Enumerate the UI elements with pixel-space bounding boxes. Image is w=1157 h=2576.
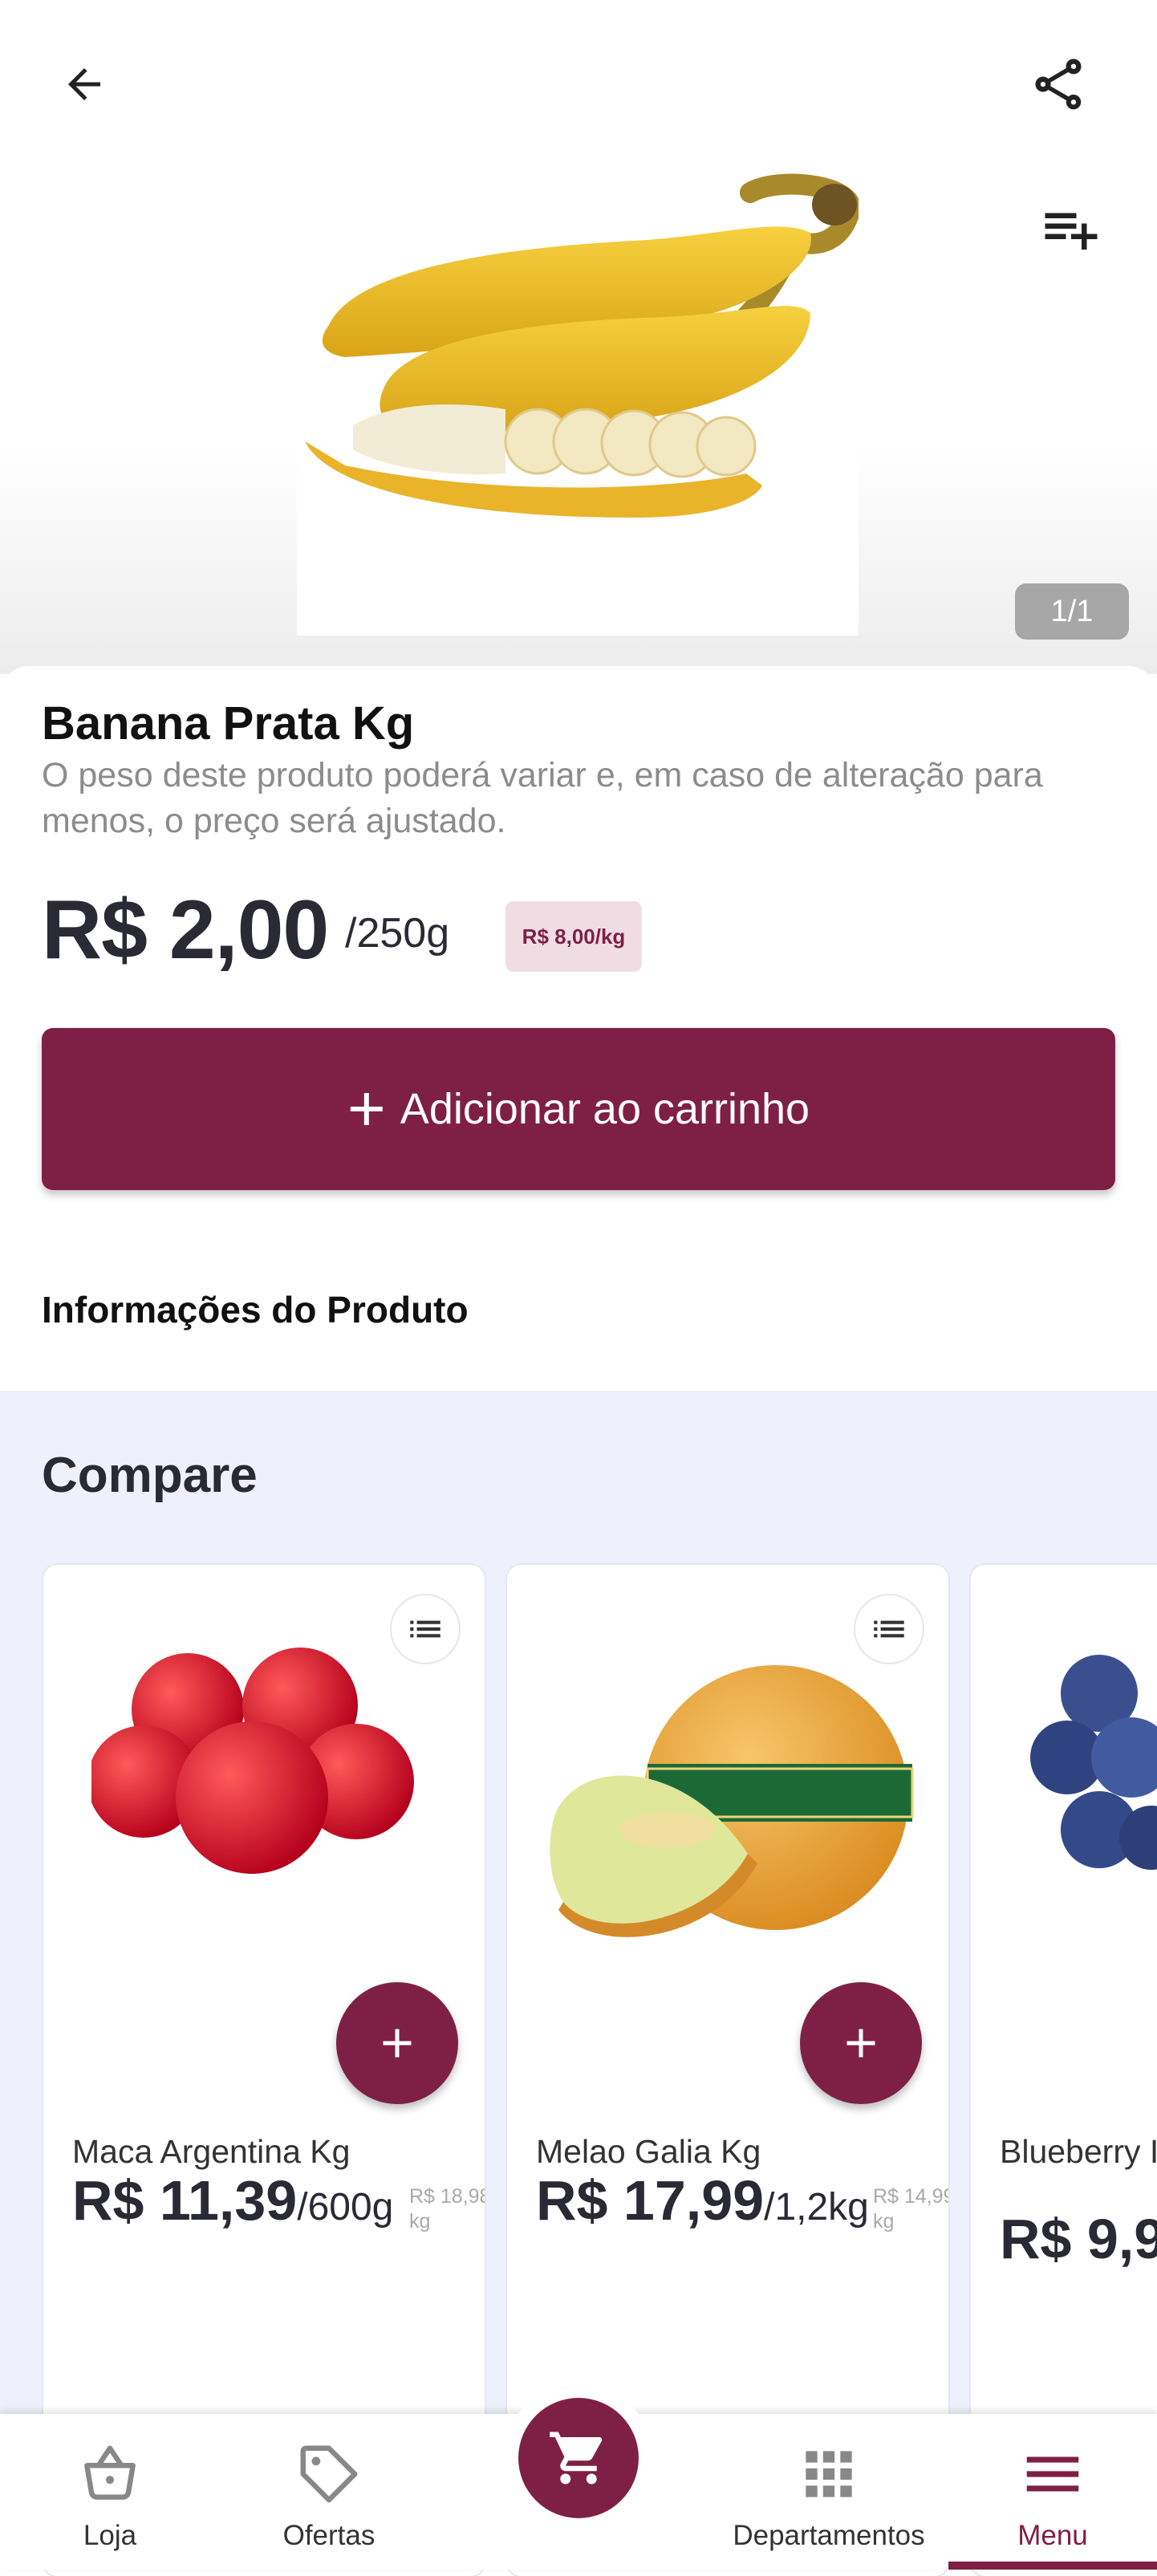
compare-product-price: R$ 11,39/600g: [72, 2168, 393, 2233]
list-icon: [874, 1620, 904, 1638]
banana-illustration: [305, 173, 862, 518]
cart-icon: [550, 2432, 603, 2485]
cart-button[interactable]: [518, 2398, 639, 2518]
image-counter: 1/1: [1015, 583, 1129, 640]
compare-price-value: R$ 17,99: [536, 2169, 765, 2232]
add-to-cart-label: Adicionar ao carrinho: [400, 1085, 810, 1133]
add-to-list-button[interactable]: [854, 1594, 924, 1664]
nav-item-ofertas[interactable]: Ofertas: [257, 2440, 401, 2552]
product-image: [297, 160, 862, 636]
compare-product-name: Blueberry Importado: [1000, 2133, 1157, 2170]
compare-price-value: R$ 11,39: [72, 2169, 298, 2232]
compare-title: Compare: [42, 1448, 258, 1503]
add-to-cart-button[interactable]: + Adicionar ao carrinho: [42, 1028, 1115, 1190]
compare-ref-price: R$ 18,98/ kg: [409, 2185, 485, 2233]
grid-icon: [806, 2451, 852, 2497]
share-button[interactable]: [1022, 48, 1094, 120]
compare-product-name: Maca Argentina Kg: [72, 2133, 351, 2170]
menu-icon: [1026, 2456, 1079, 2492]
nav-item-menu[interactable]: Menu: [980, 2440, 1125, 2552]
price-per-kg-badge: R$ 8,00/kg: [505, 901, 642, 972]
add-product-button[interactable]: [800, 1982, 922, 2104]
product-info-heading[interactable]: Informações do Produto: [42, 1288, 469, 1331]
compare-product-price: R$ 17,99/1,2kg: [536, 2168, 869, 2233]
nav-active-indicator: [948, 2562, 1157, 2570]
nav-label-departamentos: Departamentos: [733, 2520, 925, 2551]
compare-product-price: R$ 9,9: [1000, 2207, 1157, 2271]
melon-image: [550, 1665, 914, 1937]
share-icon: [1035, 59, 1082, 110]
plus-icon: [846, 2029, 875, 2058]
back-button[interactable]: [48, 48, 120, 120]
compare-price-unit: /600g: [297, 2186, 394, 2229]
compare-price-value: R$ 9,9: [1000, 2208, 1157, 2270]
add-product-button[interactable]: [336, 1982, 458, 2104]
blueberry-image: [1030, 1655, 1157, 1870]
add-to-list-button[interactable]: [1035, 193, 1107, 265]
nav-label-menu: Menu: [1017, 2520, 1088, 2551]
plus-icon: +: [347, 1072, 386, 1145]
tag-icon: [300, 2445, 358, 2503]
product-title: Banana Prata Kg: [42, 697, 415, 750]
nav-label-ofertas: Ofertas: [282, 2520, 376, 2551]
playlist-add-icon: [1045, 213, 1098, 250]
nav-item-loja[interactable]: Loja: [42, 2440, 178, 2552]
weight-disclaimer: O peso deste produto poderá variar e, em…: [42, 756, 1043, 840]
compare-price-unit: /1,2kg: [764, 2186, 869, 2229]
nav-item-departamentos[interactable]: Departamentos: [722, 2440, 936, 2552]
apple-image: [91, 1648, 414, 1874]
product-unit: /250g: [345, 910, 450, 957]
basket-icon: [84, 2445, 136, 2500]
compare-ref-price: R$ 14,99/ kg: [873, 2185, 948, 2233]
compare-product-name: Melao Galia Kg: [536, 2133, 761, 2170]
product-price: R$ 2,00: [42, 884, 329, 977]
plus-icon: [383, 2029, 412, 2058]
nav-label-loja: Loja: [83, 2520, 137, 2551]
arrow-back-icon: [68, 68, 100, 100]
